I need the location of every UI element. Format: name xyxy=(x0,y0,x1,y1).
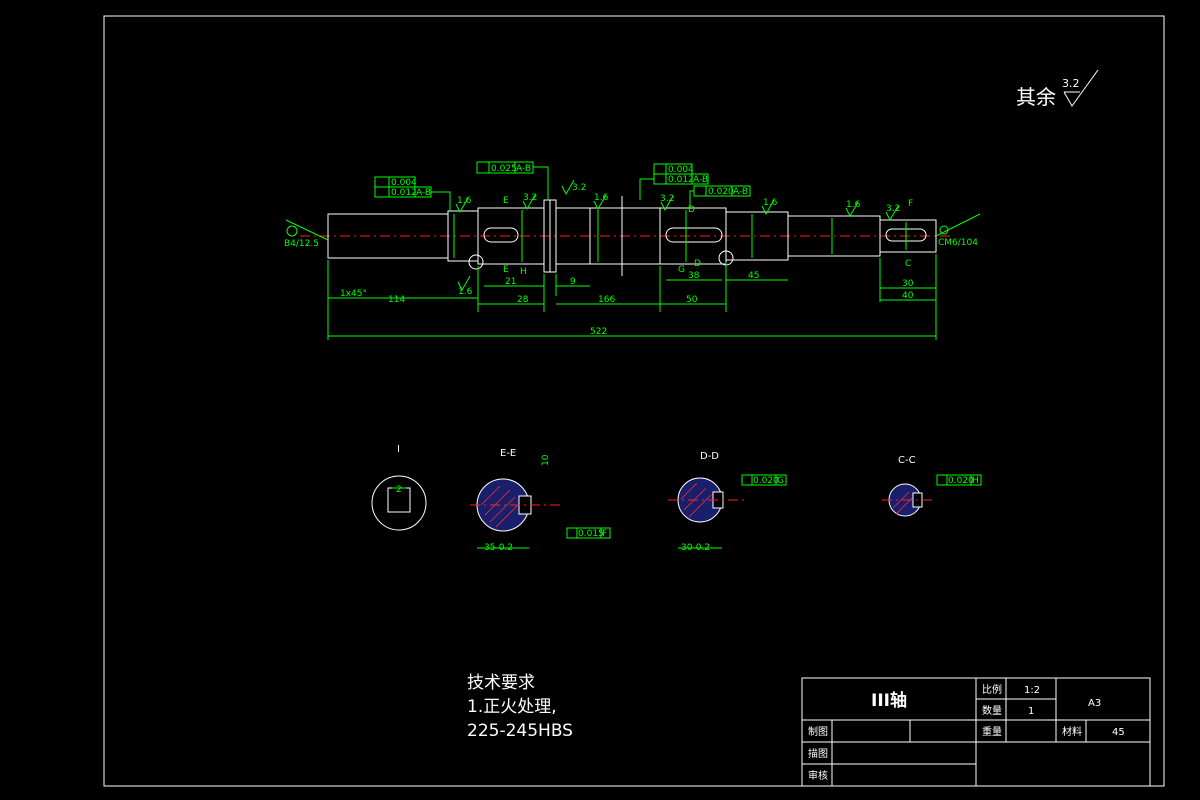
dim-9: 9 xyxy=(570,277,576,287)
dim-21: 21 xyxy=(505,277,516,287)
section-cc-label: C-C xyxy=(898,455,916,466)
cut-marker-d-bottom: D xyxy=(694,259,701,269)
drawing-frame xyxy=(103,15,1165,787)
tolerance-t3b-ref: A-B xyxy=(693,175,708,185)
detail-dim: 2 xyxy=(396,485,402,495)
roughness-r6: 1.6 xyxy=(846,200,861,210)
section-dd-tol-ref: G xyxy=(777,476,784,486)
dim-522: 522 xyxy=(590,327,607,337)
roughness-r3: 1.6 xyxy=(594,193,609,203)
section-ee-tol: 0.015 xyxy=(578,529,604,539)
roughness-r1: 1.6 xyxy=(457,196,472,206)
tolerance-t2: 0.025 xyxy=(491,164,517,174)
center-hole-left-text: B4/12.5 xyxy=(284,239,319,249)
tolerance-t4: 0.020 xyxy=(708,187,734,197)
drawn-label: 制图 xyxy=(808,725,828,738)
roughness-r8: 1.6 xyxy=(458,287,473,297)
center-hole-right-text: CM6/104 xyxy=(938,238,978,248)
dim-chamfer: 1x45° xyxy=(340,289,367,299)
detail-label: I xyxy=(397,444,400,455)
sheet-size: A3 xyxy=(1088,698,1101,709)
roughness-r5: 1.6 xyxy=(763,198,778,208)
dim-166: 166 xyxy=(598,295,615,305)
surface-note-value: 3.2 xyxy=(1062,77,1080,90)
section-cc-tol: 0.020 xyxy=(948,476,974,486)
section-cc-tol-ref: H xyxy=(972,476,979,486)
section-dd-tol: 0.020 xyxy=(753,476,779,486)
weight-label: 重量 xyxy=(982,725,1002,738)
cut-marker-c-bottom: C xyxy=(905,259,911,269)
section-dd-width: 30-0.2 xyxy=(681,543,710,553)
dim-28: 28 xyxy=(517,295,529,305)
dimension-lines xyxy=(327,254,937,340)
part-name: III轴 xyxy=(871,690,907,711)
roughness-r2: 3.2 xyxy=(523,193,537,203)
surface-note-text: 其余 xyxy=(1016,85,1056,109)
tolerance-t1b-ref: A-B xyxy=(416,188,431,198)
surface-note-roughness-symbol: 3.2 xyxy=(1062,69,1099,107)
section-ee-label: E-E xyxy=(500,448,516,459)
dim-38: 38 xyxy=(688,271,700,281)
engineering-drawing: 其余 3.2 1.6 3.2 1.6 3.2 1.6 1.6 3.2 1.6 3… xyxy=(103,15,1165,787)
cut-marker-g: G xyxy=(678,265,685,275)
detail-view-I: I 2 xyxy=(371,444,427,531)
tech-req-line1: 1.正火处理, xyxy=(467,697,557,717)
tolerance-t4-ref: A-B xyxy=(733,187,748,197)
tolerance-frame-2: 0.025 A-B xyxy=(476,161,549,200)
tolerance-t3b: 0.012 xyxy=(668,175,694,185)
tolerance-t1b: 0.012 xyxy=(391,188,417,198)
tolerance-frame-4: 0.020 A-B xyxy=(689,185,751,208)
scale-value: 1:2 xyxy=(1024,685,1040,696)
title-block: III轴 比例 1:2 数量 1 A3 重量 材料 45 制图 描图 审核 xyxy=(801,677,1151,787)
technical-requirements: 技术要求 1.正火处理, 225-245HBS xyxy=(467,673,573,741)
roughness-r7: 3.2 xyxy=(886,204,900,214)
tech-req-line2: 225-245HBS xyxy=(467,721,573,741)
qty-label: 数量 xyxy=(982,704,1002,717)
tolerance-frame-1: 0.004 0.012 A-B xyxy=(374,176,451,211)
qty-value: 1 xyxy=(1028,706,1034,717)
roughness-r4: 3.2 xyxy=(660,194,674,204)
section-ee-width: 35-0.2 xyxy=(484,543,513,553)
material-value: 45 xyxy=(1112,727,1125,738)
material-label: 材料 xyxy=(1062,725,1082,738)
section-dd: D-D 30-0.2 0.020 G xyxy=(668,451,787,553)
dim-40: 40 xyxy=(902,291,914,301)
tech-req-title: 技术要求 xyxy=(467,673,535,693)
tolerance-t2-ref: A-B xyxy=(516,164,531,174)
review-label: 审核 xyxy=(808,769,828,782)
section-dd-label: D-D xyxy=(700,451,719,462)
roughness-r9: 3.2 xyxy=(572,183,586,193)
dim-30: 30 xyxy=(902,279,914,289)
cut-marker-e-top: E xyxy=(503,196,509,206)
dim-45: 45 xyxy=(748,271,759,281)
center-hole-left: B4/12.5 xyxy=(284,219,329,249)
section-ee: E-E 35-0.2 10 0.015 F xyxy=(470,448,611,553)
cut-marker-d-top: D xyxy=(688,205,695,215)
section-ee-key: 10 xyxy=(541,454,551,466)
center-hole-right: CM6/104 xyxy=(935,213,981,248)
cut-marker-e-bottom: E xyxy=(503,265,509,275)
cut-marker-f: F xyxy=(908,199,913,209)
section-cc: C-C 0.020 H xyxy=(882,455,982,517)
scale-label: 比例 xyxy=(982,683,1002,696)
dim-114: 114 xyxy=(388,295,405,305)
drafted-label: 描图 xyxy=(808,747,828,760)
dim-50: 50 xyxy=(686,295,698,305)
roughness-symbols: 1.6 3.2 1.6 3.2 1.6 1.6 3.2 1.6 3.2 xyxy=(455,179,900,297)
cut-marker-h: H xyxy=(520,267,527,277)
section-ee-tol-ref: F xyxy=(602,529,607,539)
